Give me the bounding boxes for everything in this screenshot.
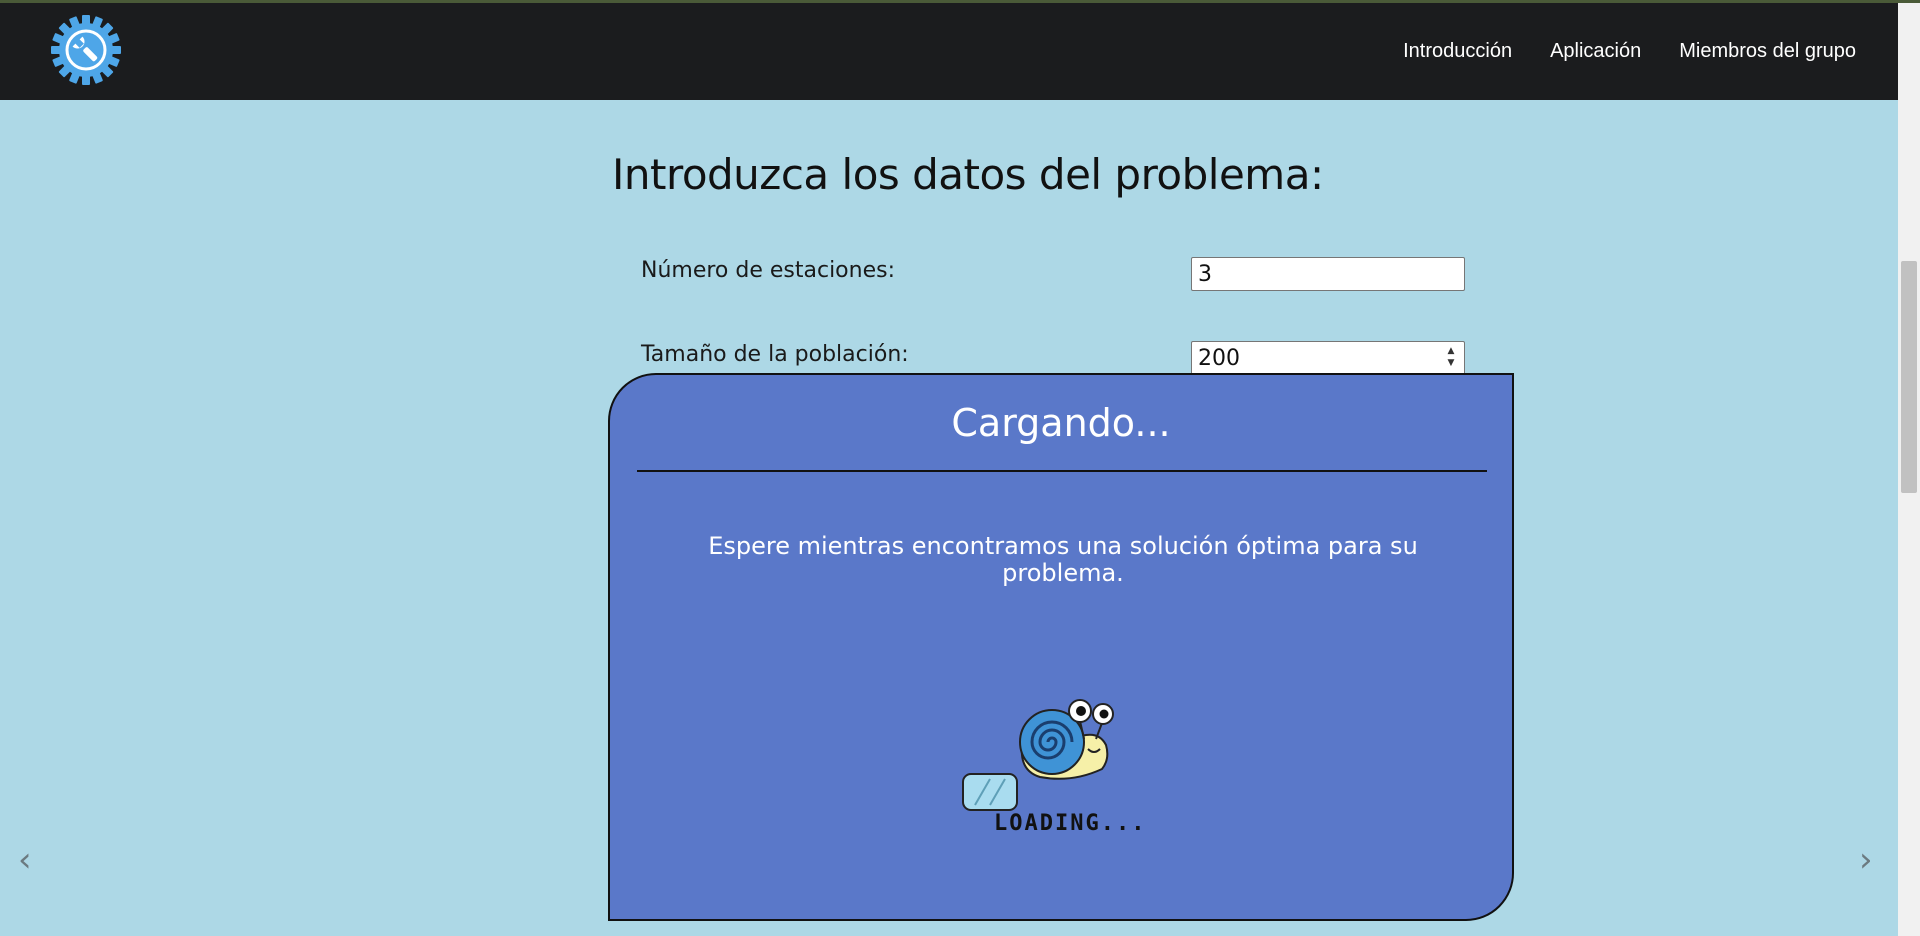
population-label: Tamaño de la población: — [641, 342, 909, 367]
gear-wrench-icon[interactable] — [51, 15, 121, 85]
stations-input[interactable] — [1191, 257, 1465, 291]
nav-link-miembros[interactable]: Miembros del grupo — [1679, 40, 1856, 63]
carousel-prev-icon[interactable]: ‹ — [18, 840, 32, 880]
nav-link-introduccion[interactable]: Introducción — [1403, 40, 1512, 63]
modal-divider — [637, 470, 1487, 472]
number-stepper-icon[interactable]: ▲ ▼ — [1444, 345, 1458, 371]
population-value: 200 — [1198, 345, 1240, 371]
nav-link-aplicacion[interactable]: Aplicación — [1550, 40, 1641, 63]
carousel-next-icon[interactable]: › — [1859, 840, 1873, 880]
scrollbar-thumb[interactable] — [1901, 261, 1917, 493]
modal-title: Cargando... — [951, 401, 1171, 445]
snail-loader: LOADING... — [960, 687, 1160, 847]
modal-message: Espere mientras encontramos una solución… — [708, 532, 1418, 587]
navbar: Introducción Aplicación Miembros del gru… — [0, 3, 1898, 100]
population-input[interactable]: 200 ▲ ▼ — [1191, 341, 1465, 375]
stations-label: Número de estaciones: — [641, 258, 895, 283]
loading-modal: Cargando... Espere mientras encontramos … — [608, 373, 1514, 921]
page-scrollbar[interactable] — [1898, 3, 1920, 936]
nav-links: Introducción Aplicación Miembros del gru… — [1365, 3, 1856, 100]
page-title: Introduzca los datos del problema: — [612, 150, 1324, 199]
loader-text: LOADING... — [994, 811, 1147, 836]
